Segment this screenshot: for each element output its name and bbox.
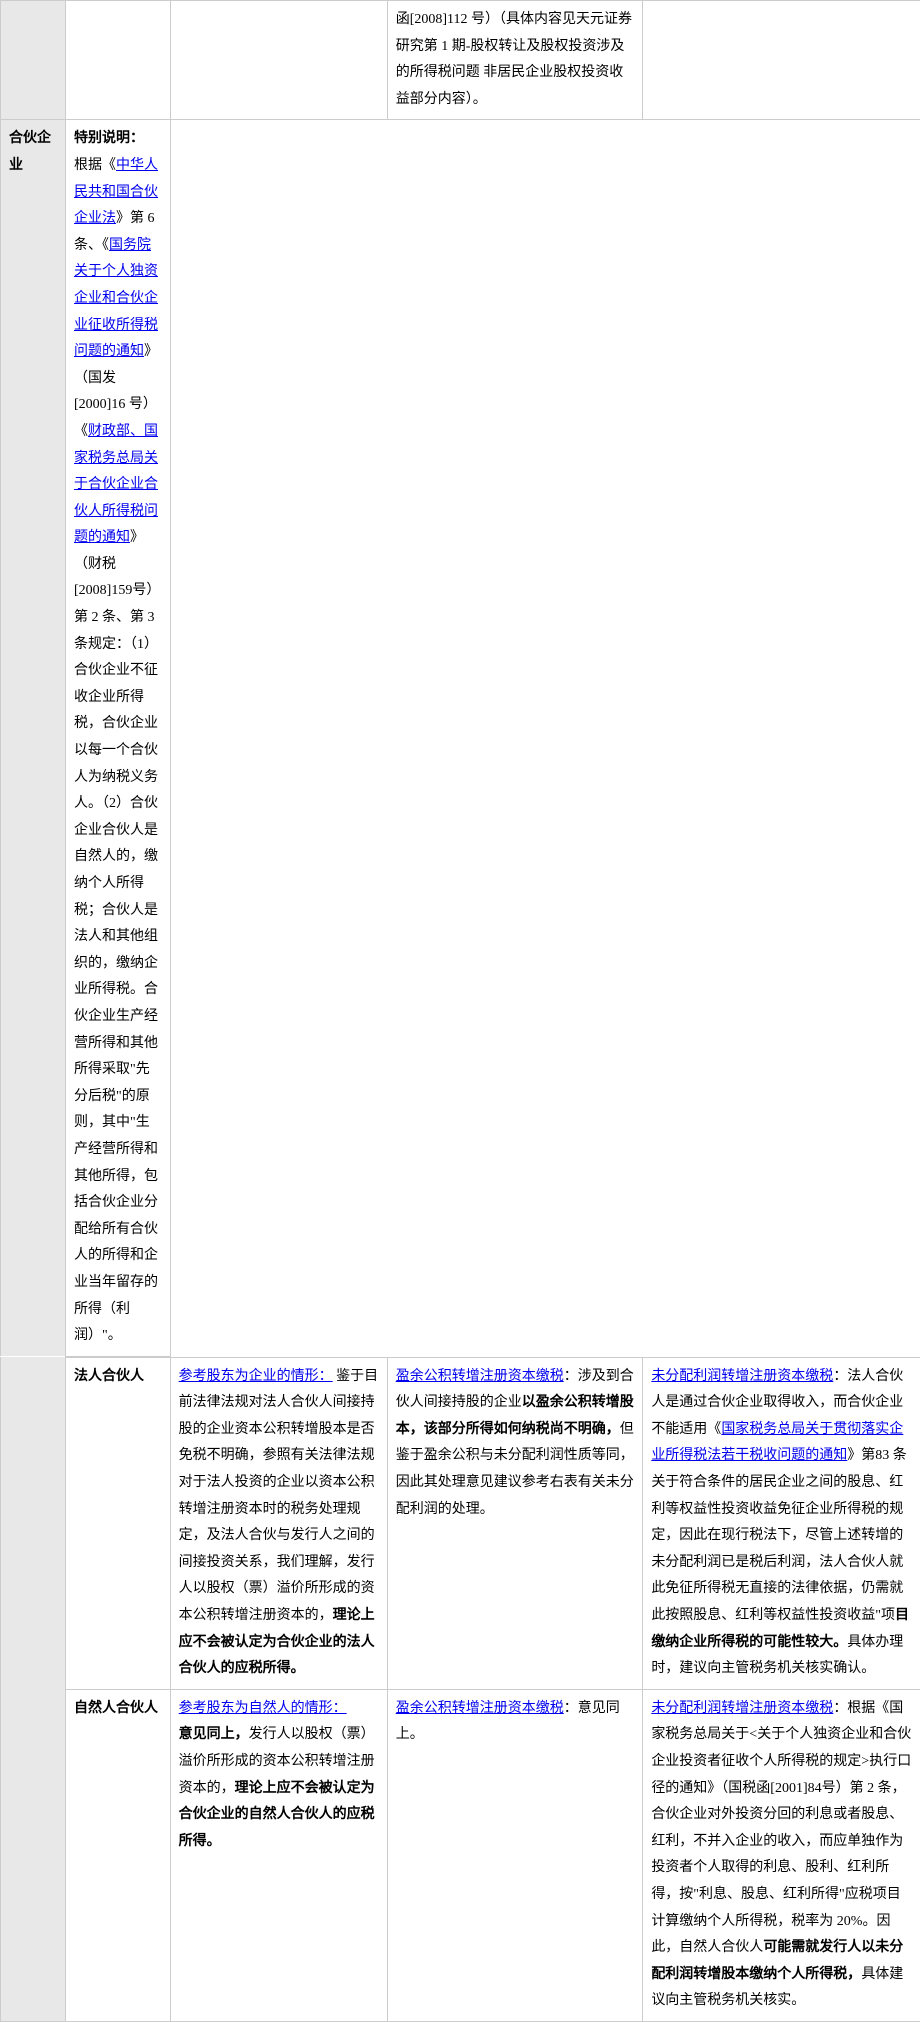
side-partnership-continued bbox=[1, 1357, 66, 1689]
corporate-c2: 盈余公积转增注册资本缴税：涉及到合伙人间接持股的企业以盈余公积转增股本，该部分所… bbox=[387, 1357, 643, 1689]
individual-c3: 未分配利润转增注册资本缴税：根据《国家税务总局关于<关于个人独资企业和合伙企业投… bbox=[643, 1689, 920, 2021]
sub-individual-partner: 自然人合伙人 bbox=[66, 1689, 171, 2021]
special-text-d: 》（财税[2008]159号）第 2 条、第 3 条规定：（1）合伙企业不征收企… bbox=[74, 530, 160, 1343]
individual-c2-link[interactable]: 盈余公积转增注册资本缴税 bbox=[396, 1701, 564, 1716]
c2-top-fragment: 函[2008]112 号）（具体内容见天元证券研究第 1 期-股权转让及股权投资… bbox=[387, 1, 643, 120]
side-partnership-continued2 bbox=[1, 1689, 66, 2021]
corporate-c1-text: 鉴于目前法律法规对法人合伙人间接持股的企业资本公积转增股本是否免税不明确，参照有… bbox=[179, 1369, 379, 1623]
special-text-a: 根据《 bbox=[74, 158, 116, 173]
c2-top-text: 函[2008]112 号）（具体内容见天元证券研究第 1 期-股权转让及股权投资… bbox=[396, 7, 635, 113]
c3-empty-top bbox=[643, 1, 920, 120]
corporate-c1-link[interactable]: 参考股东为企业的情形： bbox=[179, 1369, 333, 1384]
individual-c1: 参考股东为自然人的情形： 意见同上，发行人以股权（票）溢价所形成的资本公积转增注… bbox=[170, 1689, 387, 2021]
side-cell-empty-top bbox=[1, 1, 66, 120]
row-corporate-partner: 法人合伙人 参考股东为企业的情形： 鉴于目前法律法规对法人合伙人间接持股的企业资… bbox=[1, 1357, 920, 1689]
special-body: 根据《中华人民共和国合伙企业法》第 6 条、《国务院关于个人独资企业和合伙企业征… bbox=[74, 153, 162, 1350]
link-state-council-notice[interactable]: 国务院关于个人独资企业和合伙企业征收所得税问题的通知 bbox=[74, 238, 158, 359]
sub-corporate-label: 法人合伙人 bbox=[74, 1369, 144, 1384]
special-explanation-cell: 特别说明： 根据《中华人民共和国合伙企业法》第 6 条、《国务院关于个人独资企业… bbox=[66, 120, 171, 1356]
sub-corporate-partner: 法人合伙人 bbox=[66, 1357, 171, 1689]
corporate-c3: 未分配利润转增注册资本缴税：法人合伙人是通过合伙企业取得收入，而合伙企业不能适用… bbox=[643, 1357, 920, 1689]
corporate-c1: 参考股东为企业的情形： 鉴于目前法律法规对法人合伙人间接持股的企业资本公积转增股… bbox=[170, 1357, 387, 1689]
tax-table: 函[2008]112 号）（具体内容见天元证券研究第 1 期-股权转让及股权投资… bbox=[0, 0, 920, 1357]
link-mof-sat-notice[interactable]: 财政部、国家税务总局关于合伙企业合伙人所得税问题的通知 bbox=[74, 424, 158, 545]
side-partnership-label: 合伙企业 bbox=[9, 131, 51, 173]
individual-c2: 盈余公积转增注册资本缴税：意见同上。 bbox=[387, 1689, 643, 2021]
individual-c1-link[interactable]: 参考股东为自然人的情形： bbox=[179, 1701, 347, 1716]
sub-cell-empty-top bbox=[66, 1, 171, 120]
side-partnership: 合伙企业 bbox=[1, 120, 66, 1356]
corporate-c3-text-b: 》第83 条关于符合条件的居民企业之间的股息、红利等权益性投资收益免征企业所得税… bbox=[651, 1448, 907, 1623]
tax-table-sub: 法人合伙人 参考股东为企业的情形： 鉴于目前法律法规对法人合伙人间接持股的企业资… bbox=[0, 1357, 920, 2022]
row-top-fragment: 函[2008]112 号）（具体内容见天元证券研究第 1 期-股权转让及股权投资… bbox=[1, 1, 920, 120]
corporate-c2-link[interactable]: 盈余公积转增注册资本缴税 bbox=[396, 1369, 564, 1384]
row-individual-partner: 自然人合伙人 参考股东为自然人的情形： 意见同上，发行人以股权（票）溢价所形成的… bbox=[1, 1689, 920, 2021]
special-label: 特别说明： bbox=[74, 131, 144, 146]
individual-c3-link[interactable]: 未分配利润转增注册资本缴税 bbox=[651, 1701, 833, 1716]
individual-c3-text-a: ：根据《国家税务总局关于<关于个人独资企业和合伙企业投资者征收个人所得税的规定>… bbox=[651, 1701, 911, 1955]
c1-empty-top bbox=[170, 1, 387, 120]
corporate-c3-link-a[interactable]: 未分配利润转增注册资本缴税 bbox=[651, 1369, 833, 1384]
individual-c1-bold-a: 意见同上， bbox=[179, 1727, 249, 1742]
sub-individual-label: 自然人合伙人 bbox=[74, 1701, 158, 1716]
row-partnership-special: 合伙企业 特别说明： 根据《中华人民共和国合伙企业法》第 6 条、《国务院关于个… bbox=[1, 120, 920, 1356]
